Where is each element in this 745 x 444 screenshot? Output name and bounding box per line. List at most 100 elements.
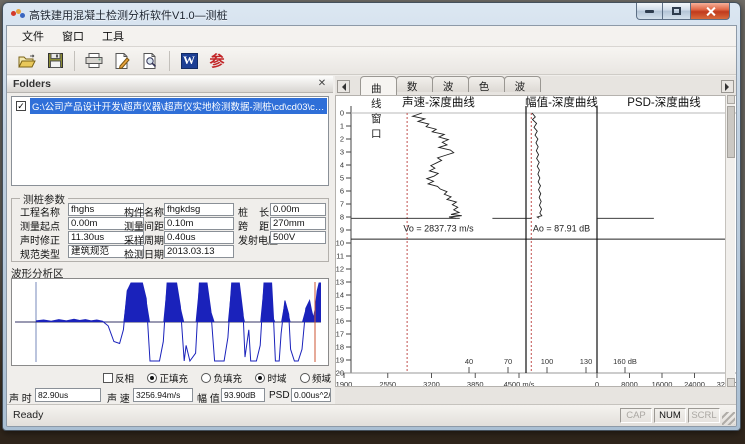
domain-option-1[interactable]: 频域 [300,371,331,385]
parameters-button[interactable]: 参 [205,49,229,73]
waveform-box[interactable] [11,278,329,366]
x-tick-label: 70 [504,357,512,366]
fill-option-0[interactable]: 正填充 [147,371,188,385]
readout-value[interactable]: 0.00us^2/m [291,388,331,402]
list-item[interactable]: ✓ G:\公司产品设计开发\超声仪器\超声仪实地检测数据-测桩\cd\cd03\c… [16,99,327,113]
readout-value[interactable]: 82.90us [35,388,101,402]
print-setup-button[interactable] [110,49,134,73]
waveform-controls: 反相 正填充 负填充时域频域 [103,371,331,385]
param-value[interactable]: 0.10m [164,217,234,230]
minimize-button[interactable] [636,3,663,20]
param-label: 跨 距 [238,218,269,233]
scrollbar-thumb[interactable] [727,106,735,158]
param-label: 声时修正 [20,232,60,247]
tab-scroll-right-button[interactable] [721,80,734,93]
save-button[interactable] [43,49,67,73]
depth-tick-label: 0 [340,109,344,118]
chart-area[interactable]: 01234567891011121314151617181920声速-深度曲线1… [335,95,737,387]
param-value[interactable]: 0.40us [164,231,234,244]
folders-list[interactable]: ✓ G:\公司产品设计开发\超声仪器\超声仪实地检测数据-测桩\cd\cd03\c… [11,96,329,186]
client-area: 文件窗口工具 [6,25,737,427]
app-window: 高铁建用混凝土检测分析软件V1.0—测桩 文件窗口工具 [2,2,741,431]
menu-item-2[interactable]: 工具 [93,26,133,46]
depth-tick-label: 16 [336,317,344,326]
tab-2[interactable]: 波列窗口 [432,76,469,92]
depth-tick-label: 12 [336,265,344,274]
param-value[interactable]: 0.00m [270,203,326,216]
maximize-button[interactable] [663,3,690,20]
tab-4[interactable]: 波列影像 [504,76,541,92]
item-checkbox[interactable]: ✓ [16,101,26,111]
depth-tick-label: 4 [340,161,344,170]
depth-tick-label: 18 [336,343,344,352]
radio-icon [300,373,310,383]
x-tick-label: 16000 [652,380,673,386]
menu-item-1[interactable]: 窗口 [53,26,93,46]
maximize-icon [672,7,681,15]
depth-tick-label: 6 [340,187,344,196]
tab-1[interactable]: 数据窗口 [396,76,433,92]
tab-0[interactable]: 曲线窗口 [360,76,397,95]
fill-option-label: 正填充 [159,371,188,385]
param-value[interactable]: 500V [270,231,326,244]
export-word-button[interactable]: W [177,49,201,73]
folder-path-label: G:\公司产品设计开发\超声仪器\超声仪实地检测数据-测桩\cd\cd03\cd… [30,98,327,114]
waveform-canvas [12,279,328,365]
close-button[interactable] [690,3,730,20]
pile-params-groupbox: 测桩参数 工程名称fhghs构件名称fhgkdsg桩 长0.00m测量起点0.0… [11,198,329,262]
chart-title: PSD-深度曲线 [627,96,701,109]
depth-tick-label: 19 [336,356,344,365]
x-tick-label: 24000 [684,380,705,386]
param-value[interactable]: 270mm [270,217,326,230]
panel-close-icon[interactable]: ✕ [315,77,329,91]
chart-annotation: Vo = 2837.73 m/s [403,224,474,234]
tabs: 曲线窗口数据窗口波列窗口色谱窗口波列影像 [360,76,540,95]
folders-panel-title: Folders [13,78,51,90]
depth-tick-label: 9 [340,226,344,235]
window-controls [636,3,730,20]
param-label: 规范类型 [20,246,60,261]
print-button[interactable] [82,49,106,73]
param-label: 桩 长 [238,204,269,219]
invert-checkbox[interactable]: 反相 [103,371,134,385]
open-file-button[interactable] [15,49,39,73]
checkbox-icon [103,373,113,383]
scroll-down-icon[interactable] [727,378,735,387]
window-title: 高铁建用混凝土检测分析软件V1.0—测桩 [29,7,228,23]
tab-scroll-left-button[interactable] [337,80,350,93]
x-tick-label: 130 [580,357,593,366]
domain-option-0[interactable]: 时域 [255,371,286,385]
x-tick-label: 4500 m/s [504,380,535,386]
desktop: 高铁建用混凝土检测分析软件V1.0—测桩 文件窗口工具 [0,0,745,444]
status-bar: Ready CAPNUMSCRL [7,404,736,426]
arrow-right-icon [725,83,733,91]
resize-grip[interactable] [722,412,735,425]
fill-option-label: 负填充 [213,371,242,385]
fill-option-1[interactable]: 负填充 [201,371,242,385]
menu-item-0[interactable]: 文件 [13,26,53,46]
vertical-scrollbar[interactable] [725,95,735,387]
title-bar[interactable]: 高铁建用混凝土检测分析软件V1.0—测桩 [3,3,740,25]
readout-value[interactable]: 3256.94m/s [133,388,193,402]
folders-panel-header[interactable]: Folders ✕ [7,76,333,93]
app-icon [11,8,25,20]
param-value[interactable]: fhgkdsg [164,203,234,216]
toolbar: W 参 [7,47,736,75]
page-magnifier-icon [142,53,158,69]
param-value[interactable]: 2013.03.13 [164,245,234,258]
readout-value[interactable]: 93.90dB [221,388,265,402]
tab-3[interactable]: 色谱窗口 [468,76,505,92]
readout-label: 幅 值 [197,390,220,404]
depth-tick-label: 3 [340,148,344,157]
open-folder-icon [18,54,36,68]
print-preview-button[interactable] [138,49,162,73]
radio-icon [255,373,265,383]
depth-tick-label: 7 [340,200,344,209]
amplitude-depth-curve [532,113,542,218]
chart-title: 声速-深度曲线 [402,96,475,109]
param-label: 测量起点 [20,218,60,233]
depth-tick-label: 11 [336,252,344,261]
radio-icon [201,373,211,383]
scroll-up-icon[interactable] [727,95,735,104]
status-indicator-num: NUM [654,408,686,423]
